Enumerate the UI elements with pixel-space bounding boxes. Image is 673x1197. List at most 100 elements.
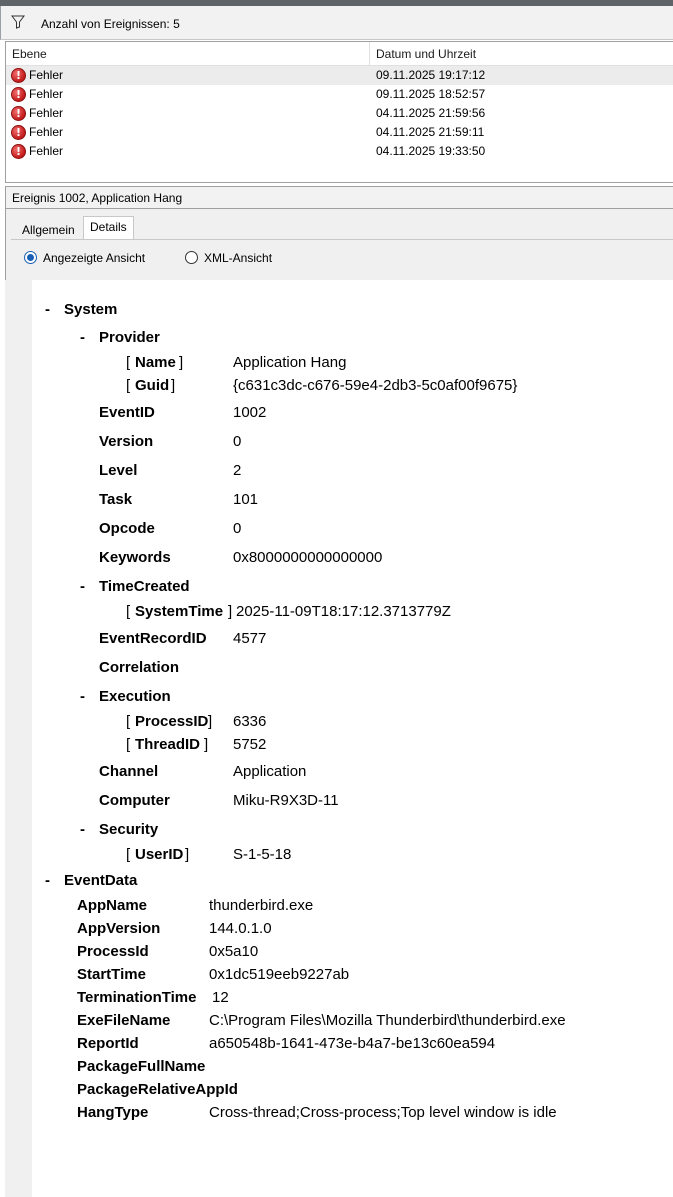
field-key: Task (99, 491, 133, 508)
attr-bracket-open: [ (126, 846, 131, 863)
data-key: ProcessId (77, 943, 149, 960)
row-datetime: 04.11.2025 21:59:11 (376, 125, 485, 139)
radio-displayed-view-label[interactable]: Angezeigte Ansicht (43, 251, 145, 265)
data-value: 0x1dc519eeb9227ab (209, 966, 350, 983)
collapse-toggle-system[interactable]: - (45, 301, 50, 318)
data-key: HangType (77, 1104, 149, 1121)
table-row[interactable]: ! Fehler 04.11.2025 19:33:50 (6, 142, 673, 161)
field-key: Level (99, 462, 138, 479)
node-correlation: Correlation (99, 659, 180, 676)
collapse-toggle-timecreated[interactable]: - (80, 578, 85, 595)
error-icon: ! (11, 106, 26, 121)
attr-systemtime-value: 2025-11-09T18:17:12.3713779Z (236, 603, 451, 620)
data-key: PackageRelativeAppId (77, 1081, 238, 1098)
attr-userid-key: UserID (135, 846, 184, 863)
node-security: Security (99, 821, 159, 838)
field-eventrecordid-key: EventRecordID (99, 630, 207, 647)
field-value: 2 (233, 462, 242, 479)
column-header-level[interactable]: Ebene (12, 47, 47, 61)
node-system: System (64, 301, 118, 318)
field-computer-key: Computer (99, 792, 170, 809)
data-key: AppVersion (77, 920, 161, 937)
row-level: Fehler (29, 87, 64, 101)
field-key: Opcode (99, 520, 155, 537)
data-value: 0x5a10 (209, 943, 259, 960)
radio-xml-view[interactable] (185, 251, 198, 264)
collapse-toggle-eventdata[interactable]: - (45, 872, 50, 889)
column-header-datetime[interactable]: Datum und Uhrzeit (376, 47, 476, 61)
field-value: 0 (233, 433, 242, 450)
field-key: EventID (99, 404, 155, 421)
collapse-toggle-execution[interactable]: - (80, 688, 85, 705)
attr-name-key: Name (135, 354, 176, 371)
attr-processid-value: 6336 (233, 713, 267, 730)
event-title: Ereignis 1002, Application Hang (12, 191, 183, 205)
collapse-toggle-provider[interactable]: - (80, 329, 85, 346)
attr-bracket-open: [ (126, 736, 131, 753)
attr-name-value: Application Hang (233, 354, 347, 371)
event-list[interactable]: Ebene Datum und Uhrzeit ! Fehler 09.11.2… (5, 41, 673, 183)
table-row[interactable]: ! Fehler 09.11.2025 18:52:57 (6, 85, 673, 104)
data-value: thunderbird.exe (209, 897, 314, 914)
error-icon: ! (11, 125, 26, 140)
radio-displayed-view[interactable] (24, 251, 37, 264)
data-key: StartTime (77, 966, 146, 983)
attr-bracket-open: [ (126, 713, 131, 730)
data-key: ReportId (77, 1035, 139, 1052)
row-datetime: 04.11.2025 21:59:56 (376, 106, 486, 120)
filter-icon[interactable] (11, 15, 25, 29)
row-datetime: 09.11.2025 19:17:12 (376, 68, 486, 82)
data-key: AppName (77, 897, 148, 914)
tab-divider (11, 239, 673, 240)
table-row[interactable]: ! Fehler 09.11.2025 19:17:12 (6, 66, 673, 85)
data-value: Cross-thread;Cross-process;Top level win… (209, 1104, 557, 1121)
error-icon: ! (11, 87, 26, 102)
filter-bar: Anzahl von Ereignissen: 5 (0, 6, 673, 40)
data-value: 144.0.1.0 (209, 920, 272, 937)
table-row[interactable]: ! Fehler 04.11.2025 21:59:56 (6, 104, 673, 123)
error-icon: ! (11, 68, 26, 83)
attr-bracket-close: ] (204, 736, 209, 753)
node-timecreated: TimeCreated (99, 578, 190, 595)
data-value: a650548b-1641-473e-b4a7-be13c60ea594 (209, 1035, 496, 1052)
list-header: Ebene Datum und Uhrzeit (6, 42, 673, 66)
field-key: Keywords (99, 549, 171, 566)
data-key: TerminationTime (77, 989, 197, 1006)
attr-bracket-open: [ (126, 603, 131, 620)
tab-details[interactable]: Details (83, 216, 134, 240)
tab-allgemein[interactable]: Allgemein (16, 220, 81, 240)
event-count-label: Anzahl von Ereignissen: 5 (41, 17, 180, 31)
node-execution: Execution (99, 688, 171, 705)
field-value: 101 (233, 491, 259, 508)
content-gutter (5, 280, 32, 1197)
event-rows: ! Fehler 09.11.2025 19:17:12 ! Fehler 09… (6, 66, 673, 161)
data-key: PackageFullName (77, 1058, 206, 1075)
data-value: 12 (212, 989, 229, 1006)
collapse-toggle-security[interactable]: - (80, 821, 85, 838)
data-key: ExeFileName (77, 1012, 171, 1029)
attr-guid-key: Guid (135, 377, 170, 394)
attr-bracket-close: ] (208, 713, 213, 730)
attr-guid-value: {c631c3dc-c676-59e4-2db3-5c0af00f9675} (233, 377, 518, 394)
field-computer-value: Miku-R9X3D-11 (233, 792, 339, 809)
attr-threadid-key: ThreadID (135, 736, 201, 753)
attr-userid-value: S-1-5-18 (233, 846, 292, 863)
radio-xml-view-label[interactable]: XML-Ansicht (204, 251, 272, 265)
error-icon: ! (11, 144, 26, 159)
attr-processid-key: ProcessID (135, 713, 209, 730)
data-value: C:\Program Files\Mozilla Thunderbird\thu… (209, 1012, 566, 1029)
row-datetime: 09.11.2025 18:52:57 (376, 87, 486, 101)
field-value: 0x8000000000000000 (233, 549, 383, 566)
row-datetime: 04.11.2025 19:33:50 (376, 144, 486, 158)
row-level: Fehler (29, 125, 64, 139)
attr-bracket-open: [ (126, 354, 131, 371)
field-channel-key: Channel (99, 763, 159, 780)
node-eventdata: EventData (64, 872, 138, 889)
attr-bracket-close: ] (228, 603, 233, 620)
row-level: Fehler (29, 68, 64, 82)
column-separator[interactable] (369, 42, 370, 66)
field-key: Version (99, 433, 154, 450)
node-provider: Provider (99, 329, 160, 346)
field-value: 1002 (233, 404, 267, 421)
table-row[interactable]: ! Fehler 04.11.2025 21:59:11 (6, 123, 673, 142)
